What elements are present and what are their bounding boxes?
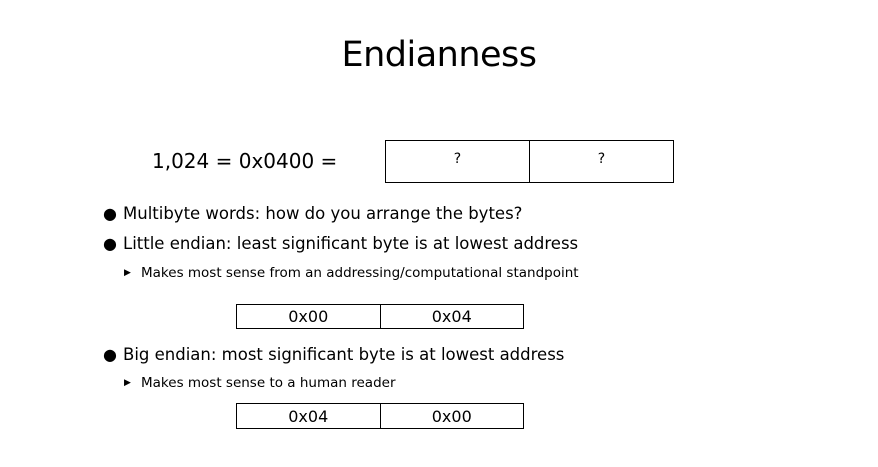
bullet-big-endian: ● Big endian: most significant byte is at… [103, 344, 564, 366]
bullet-text: Big endian: most significant byte is at … [123, 345, 565, 364]
slide-title: Endianness [341, 35, 537, 75]
byte-cell-low-address: 0x04 [288, 406, 329, 426]
byte-cell-low-address: 0x00 [288, 307, 329, 326]
bullet-little-endian: ● Little endian: least significant byte i… [103, 233, 578, 255]
bullet-dot-icon: ● [103, 234, 117, 253]
sub-bullet-text: Makes most sense from an addressing/comp… [141, 265, 579, 281]
bullet-dot-icon: ● [103, 204, 117, 223]
bullet-text: Little endian: least significant byte is… [123, 234, 579, 253]
little-endian-box: 0x00 0x04 [236, 304, 524, 329]
equation-text: 1,024 = 0x0400 = [152, 149, 338, 173]
bullet-dot-icon: ● [103, 345, 117, 364]
byte-cell-high-address: 0x04 [379, 305, 524, 328]
byte-cell-high-address: 0x00 [379, 404, 524, 428]
sub-bullet-text: Makes most sense to a human reader [141, 375, 396, 391]
big-endian-box: 0x04 0x00 [236, 403, 524, 429]
bullet-text: Multibyte words: how do you arrange the … [123, 204, 523, 223]
byte-cell-first: ? [453, 150, 462, 167]
byte-cell-second: ? [529, 141, 673, 182]
byte-order-question-box: ? ? [385, 140, 674, 183]
triangle-bullet-icon: ▶ [124, 268, 131, 278]
sub-bullet-little-endian: ▶ Makes most sense from an addressing/com… [124, 263, 579, 283]
triangle-bullet-icon: ▶ [124, 378, 131, 388]
sub-bullet-big-endian: ▶ Makes most sense to a human reader [124, 373, 396, 393]
bullet-multibyte: ● Multibyte words: how do you arrange the… [103, 203, 522, 225]
